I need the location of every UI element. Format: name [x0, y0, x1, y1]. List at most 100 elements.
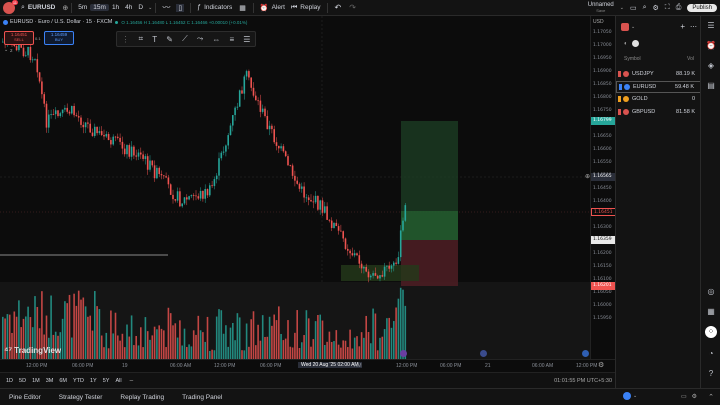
clock-display[interactable]: 01:01:55 PM UTC+5:30: [554, 378, 612, 384]
snapshot-icon[interactable]: ⎙: [676, 4, 682, 12]
timeline-event-icon[interactable]: [400, 350, 407, 357]
watchlist-row[interactable]: GOLD 0: [616, 93, 701, 105]
range-3m[interactable]: 3M: [43, 378, 57, 384]
price-axis[interactable]: USD 1.17050 1.17000 1.16950 1.16900 1.16850 1…: [585, 16, 616, 359]
tab-strategy-tester[interactable]: Strategy Tester: [50, 394, 112, 401]
watchlist-logo-icon[interactable]: [621, 22, 629, 31]
alert-button[interactable]: Alert: [269, 4, 288, 11]
layout-dropdown-icon[interactable]: ⌄: [620, 5, 624, 11]
watchlist-icon[interactable]: ☰: [705, 20, 717, 32]
chart-type-icon[interactable]: 〰: [162, 2, 170, 13]
range-5d[interactable]: 5D: [16, 378, 29, 384]
drag-handle-icon[interactable]: ⋮: [122, 35, 130, 44]
watchlist-row[interactable]: USDJPY 88.19 K: [616, 68, 701, 80]
watchlist-menu-icon[interactable]: ⌄: [631, 24, 635, 30]
indicators-button[interactable]: Indicators: [201, 4, 235, 11]
bottom-collapse-icon[interactable]: ⌃: [708, 393, 714, 401]
tab-replay-trading[interactable]: Replay Trading: [111, 394, 173, 401]
tab-trading-panel[interactable]: Trading Panel: [173, 394, 231, 401]
object-tree-icon[interactable]: ◈: [705, 60, 717, 72]
time-axis[interactable]: 12:00 PM 06:00 PM 19 06:00 AM 12:00 PM 06:00 …: [0, 350, 615, 372]
range-all[interactable]: All: [112, 378, 124, 384]
interval-1h[interactable]: 1h: [109, 4, 122, 11]
candle-body: [73, 105, 75, 116]
interval-4h[interactable]: 4h: [122, 4, 135, 11]
flag-list-icon[interactable]: ◐: [624, 41, 628, 47]
row-flag-icon[interactable]: [618, 108, 621, 115]
chat-icon[interactable]: ◔: [705, 348, 717, 360]
row-flag-icon[interactable]: [618, 71, 621, 77]
currency-label[interactable]: USD: [593, 19, 604, 25]
tab-pine-editor[interactable]: Pine Editor: [0, 394, 50, 401]
chart-pane[interactable]: EURUSD · Euro / U.S. Dollar · 15 · FXCM …: [0, 16, 590, 359]
publish-button[interactable]: Publish: [687, 3, 717, 12]
apps-grid-icon[interactable]: ⁘: [705, 326, 717, 338]
bottom-panel-tabs: Pine Editor Strategy Tester Replay Trading…: [0, 388, 720, 405]
brush-tool-icon[interactable]: ✎: [166, 35, 173, 44]
range-1y[interactable]: 1Y: [87, 378, 100, 384]
range-1d[interactable]: 1D: [3, 378, 16, 384]
crosshair-plus-icon[interactable]: ⊕: [585, 173, 590, 180]
settings-icon[interactable]: ⚙: [653, 4, 659, 12]
layout-menu[interactable]: Unnamed Save: [588, 2, 614, 13]
fullscreen-icon[interactable]: ⛶: [665, 4, 670, 12]
calendar-icon[interactable]: ▦: [705, 306, 717, 318]
templates-icon[interactable]: ▦: [239, 4, 246, 12]
range-1m[interactable]: 1M: [29, 378, 43, 384]
fib-tool-icon[interactable]: ☰: [243, 35, 250, 44]
target-zone[interactable]: [401, 121, 458, 211]
legend-title[interactable]: EURUSD · Euro / U.S. Dollar · 15 · FXCM: [10, 19, 112, 25]
axis-settings-icon[interactable]: ⚙: [598, 361, 604, 369]
buy-button[interactable]: 1.16459 BUY: [44, 31, 74, 45]
undo-icon[interactable]: ↶: [335, 3, 342, 12]
range-5y[interactable]: 5Y: [100, 378, 113, 384]
panel-settings-icon[interactable]: ⚙: [692, 393, 697, 400]
watchlist-more-icon[interactable]: ⋯: [690, 23, 697, 31]
path-tool-icon[interactable]: ⤳: [197, 34, 203, 44]
date-range-icon[interactable]: ⎯: [130, 377, 134, 385]
watchlist-row[interactable]: GBPUSD 81.58 K: [616, 106, 701, 118]
column-header-vol[interactable]: Vol: [687, 56, 694, 62]
interval-15m[interactable]: 15m: [90, 4, 109, 11]
ideas-icon[interactable]: ◎: [705, 286, 717, 298]
redo-icon[interactable]: ↷: [349, 3, 356, 12]
add-symbol-plus-icon[interactable]: +: [680, 22, 685, 31]
column-header-symbol[interactable]: Symbol: [624, 56, 641, 62]
earnings-event-icon[interactable]: [582, 350, 589, 357]
text-tool-icon[interactable]: T: [152, 35, 157, 44]
interval-dropdown-icon[interactable]: ⌄: [148, 5, 152, 11]
sell-button[interactable]: 1.16451 SELL: [4, 31, 34, 45]
panel-maximize-icon[interactable]: ▭: [681, 393, 687, 400]
avatar[interactable]: 11: [3, 0, 18, 14]
range-6m[interactable]: 6M: [56, 378, 70, 384]
row-flag-icon[interactable]: [619, 83, 622, 90]
quick-search-icon[interactable]: ⌕: [643, 4, 647, 12]
volume-bar: [303, 335, 305, 359]
range-ytd[interactable]: YTD: [70, 378, 87, 384]
trend-line-tool-icon[interactable]: ⟋: [182, 34, 188, 44]
interval-5m[interactable]: 5m: [75, 4, 90, 11]
alerts-icon[interactable]: ⏰: [705, 40, 717, 52]
account-menu-icon[interactable]: ⌄: [633, 393, 637, 399]
us-flag-event-icon[interactable]: [480, 350, 487, 357]
interval-d[interactable]: D: [135, 4, 146, 11]
add-symbol-icon[interactable]: ⊕: [62, 4, 68, 12]
help-icon[interactable]: ?: [705, 368, 717, 380]
measure-tool-icon[interactable]: ⇔: [212, 35, 220, 44]
channel-tool-icon[interactable]: ≡: [229, 35, 234, 44]
alert-icon[interactable]: ⏰: [260, 4, 269, 12]
row-flag-icon[interactable]: [618, 96, 621, 102]
flag-badge-icon[interactable]: [631, 40, 639, 47]
account-switcher[interactable]: ⌄ ▭ ⚙: [620, 389, 700, 403]
legend-collapse-icon[interactable]: ⌄: [4, 47, 8, 53]
layout-grid-icon[interactable]: ▭: [630, 4, 637, 12]
candles-icon[interactable]: ▯: [176, 3, 185, 12]
news-icon[interactable]: ▤: [705, 80, 717, 92]
layout-save-status[interactable]: Save: [596, 8, 605, 13]
price-chart[interactable]: [0, 16, 590, 359]
replay-button[interactable]: Replay: [297, 4, 323, 11]
watchlist-row[interactable]: EURUSD 59.48 K: [616, 80, 701, 93]
crosshair-tool-icon[interactable]: ⌗: [139, 34, 144, 44]
drawing-toolbar[interactable]: ⋮ ⌗ T ✎ ⟋ ⤳ ⇔ ≡ ☰: [116, 31, 256, 47]
symbol-search[interactable]: EURUSD: [25, 4, 58, 11]
